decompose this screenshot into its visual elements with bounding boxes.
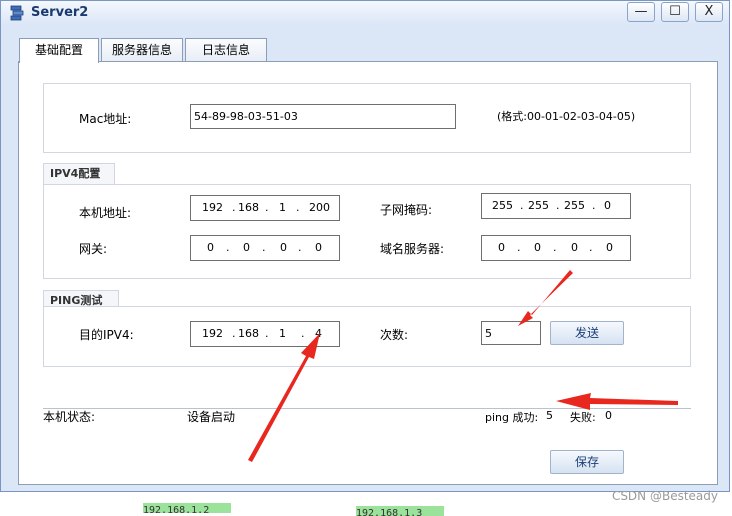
ip-octet: 0 (315, 241, 322, 254)
ip-octet: 192 (202, 327, 223, 340)
ip-octet: 255 (492, 199, 513, 212)
ip-octet: 192 (202, 201, 223, 214)
subnet-input[interactable]: 255 . 255 . 255 . 0 (481, 193, 631, 219)
device-status-label: 本机状态: (43, 410, 96, 424)
server-app-icon (10, 5, 24, 21)
tab-server-info[interactable]: 服务器信息 (101, 38, 183, 62)
ip-octet: 168 (238, 327, 259, 340)
save-button[interactable]: 保存 (550, 450, 624, 474)
mac-input[interactable]: 54-89-98-03-51-03 (190, 104, 456, 129)
ping-success-count: 5 (546, 409, 553, 422)
dns-input[interactable]: 0 . 0 . 0 . 0 (481, 235, 631, 261)
ping-target-input[interactable]: 192 . 168 . 1 . 4 (190, 321, 340, 347)
background-device-label: 192.168.1.3 (356, 506, 444, 516)
ping-target-label: 目的IPV4: (79, 328, 134, 342)
gateway-label: 网关: (79, 242, 108, 256)
ip-octet: 0 (534, 241, 541, 254)
ip-octet: 168 (238, 201, 259, 214)
ip-octet: 0 (243, 241, 250, 254)
ip-octet: 255 (564, 199, 585, 212)
ip-octet: 0 (606, 241, 613, 254)
ip-octet: 0 (207, 241, 214, 254)
ping-fail-count: 0 (605, 409, 612, 422)
ip-octet: 1 (279, 201, 286, 214)
ping-fail-label: 失败: (570, 411, 596, 424)
maximize-button[interactable]: ☐ (661, 2, 689, 22)
dns-label: 域名服务器: (380, 242, 445, 256)
tab-log-info[interactable]: 日志信息 (185, 38, 267, 62)
background-device-label: 192.168.1.2 (143, 503, 231, 513)
send-button[interactable]: 发送 (550, 321, 624, 345)
mac-label: Mac地址: (79, 112, 132, 126)
gateway-input[interactable]: 0 . 0 . 0 . 0 (190, 235, 340, 261)
local-ip-input[interactable]: 192 . 168 . 1 . 200 (190, 195, 340, 221)
window-title: Server2 (31, 5, 89, 20)
ping-success-label: ping 成功: (485, 411, 539, 424)
server-config-window: Server2 — ☐ X 基础配置 服务器信息 日志信息 Mac地址: 54-… (0, 0, 730, 492)
subnet-label: 子网掩码: (380, 203, 433, 217)
ip-octet: 4 (315, 327, 322, 340)
device-status-value: 设备启动 (187, 410, 236, 424)
basic-config-panel: Mac地址: 54-89-98-03-51-03 (格式:00-01-02-03… (18, 61, 718, 485)
watermark: CSDN @Besteady (611, 489, 718, 503)
mac-format-hint: (格式:00-01-02-03-04-05) (497, 110, 636, 123)
ip-octet: 200 (309, 201, 330, 214)
ping-count-input[interactable]: 5 (481, 321, 541, 345)
ping-count-label: 次数: (380, 328, 409, 342)
local-ip-label: 本机地址: (79, 206, 132, 220)
ip-octet: 0 (604, 199, 611, 212)
ip-octet: 0 (280, 241, 287, 254)
tab-basic-config[interactable]: 基础配置 (19, 38, 99, 63)
close-button[interactable]: X (695, 2, 723, 22)
ip-octet: 0 (498, 241, 505, 254)
ip-octet: 0 (571, 241, 578, 254)
ipv4-section-title: IPV4配置 (43, 163, 115, 185)
ip-octet: 1 (279, 327, 286, 340)
title-bar[interactable]: Server2 — ☐ X (1, 1, 729, 25)
minimize-button[interactable]: — (627, 2, 655, 22)
ip-octet: 255 (528, 199, 549, 212)
